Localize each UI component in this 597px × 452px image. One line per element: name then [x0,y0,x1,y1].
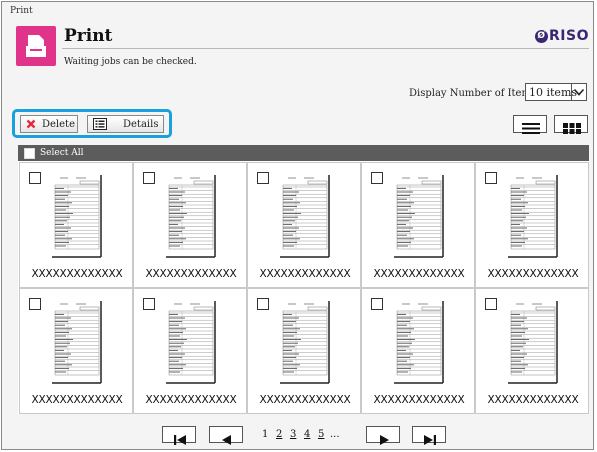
job-card[interactable]: XXXXXXXXXXXXX [247,288,361,414]
chevron-down-icon [571,84,586,100]
job-checkbox[interactable] [29,298,41,310]
job-name: XXXXXXXXXXXXX [373,268,465,280]
delete-button[interactable]: Delete [20,115,78,133]
job-checkbox[interactable] [29,172,41,184]
breadcrumb: Print [10,6,33,16]
display-number-label: Display Number of Items: [409,88,540,99]
job-thumbnail [164,173,218,259]
delete-label: Delete [42,119,75,130]
job-checkbox[interactable] [257,172,269,184]
job-checkbox[interactable] [143,298,155,310]
job-checkbox[interactable] [485,172,497,184]
job-grid: XXXXXXXXXXXXX XXXXXXXXXXXXX XXXXXXXXXXXX… [18,161,589,414]
page-subtitle: Waiting jobs can be checked. [64,57,197,67]
job-card[interactable]: XXXXXXXXXXXXX [133,162,247,288]
first-page-icon [174,430,186,449]
job-name: XXXXXXXXXXXXX [145,394,237,406]
job-thumbnail [392,299,446,385]
job-name: XXXXXXXXXXXXX [145,268,237,280]
page-number-link[interactable]: 4 [304,429,310,440]
job-card[interactable]: XXXXXXXXXXXXX [361,288,475,414]
select-all-bar: Select All [18,145,589,161]
job-thumbnail [50,173,104,259]
list-view-icon [522,119,540,138]
job-name: XXXXXXXXXXXXX [373,394,465,406]
job-checkbox[interactable] [143,172,155,184]
page-number-link[interactable]: 3 [290,429,296,440]
job-thumbnail [278,299,332,385]
job-card[interactable]: XXXXXXXXXXXXX [475,288,589,414]
display-number-value: 10 items [529,86,578,99]
job-thumbnail [278,173,332,259]
job-thumbnail [50,299,104,385]
job-name: XXXXXXXXXXXXX [259,268,351,280]
job-thumbnail [392,173,446,259]
riso-logo-mark: Ø [535,29,548,43]
riso-logo-text: RISO [549,28,589,44]
print-screen: Print Print Waiting jobs can be checked.… [1,1,594,450]
riso-logo: Ø RISO [535,28,589,44]
job-thumbnail [506,173,560,259]
job-card[interactable]: XXXXXXXXXXXXX [475,162,589,288]
next-page-button[interactable] [366,426,400,445]
title-divider [62,48,589,49]
job-name: XXXXXXXXXXXXX [31,394,123,406]
details-icon [93,118,107,133]
close-icon [26,119,36,132]
first-page-button[interactable] [162,426,196,445]
display-number-select[interactable]: 10 items [525,83,587,101]
job-card[interactable]: XXXXXXXXXXXXX [19,162,133,288]
details-button[interactable]: Details [87,115,164,133]
page-number-current: 1 [262,429,269,440]
next-page-icon [379,430,389,449]
page-number-link[interactable]: 2 [276,429,282,440]
job-card[interactable]: XXXXXXXXXXXXX [361,162,475,288]
job-thumbnail [164,299,218,385]
previous-page-icon [222,430,232,449]
job-card[interactable]: XXXXXXXXXXXXX [19,288,133,414]
print-icon [16,26,56,66]
last-page-icon [424,430,436,449]
last-page-button[interactable] [412,426,446,445]
job-checkbox[interactable] [371,172,383,184]
list-view-button[interactable] [513,115,547,134]
select-all-checkbox[interactable] [24,148,35,159]
job-name: XXXXXXXXXXXXX [259,394,351,406]
select-all-label: Select All [40,148,84,158]
job-card[interactable]: XXXXXXXXXXXXX [247,162,361,288]
details-label: Details [123,119,159,130]
job-card[interactable]: XXXXXXXXXXXXX [133,288,247,414]
job-checkbox[interactable] [257,298,269,310]
job-thumbnail [506,299,560,385]
job-checkbox[interactable] [371,298,383,310]
job-name: XXXXXXXXXXXXX [487,394,579,406]
page-number-link[interactable]: 5 [318,429,324,440]
page-ellipsis: ... [330,429,340,440]
page-title: Print [64,26,113,46]
grid-view-button[interactable] [554,115,588,134]
job-name: XXXXXXXXXXXXX [31,268,123,280]
grid-view-icon [563,119,581,138]
job-name: XXXXXXXXXXXXX [487,268,579,280]
job-checkbox[interactable] [485,298,497,310]
previous-page-button[interactable] [209,426,243,445]
